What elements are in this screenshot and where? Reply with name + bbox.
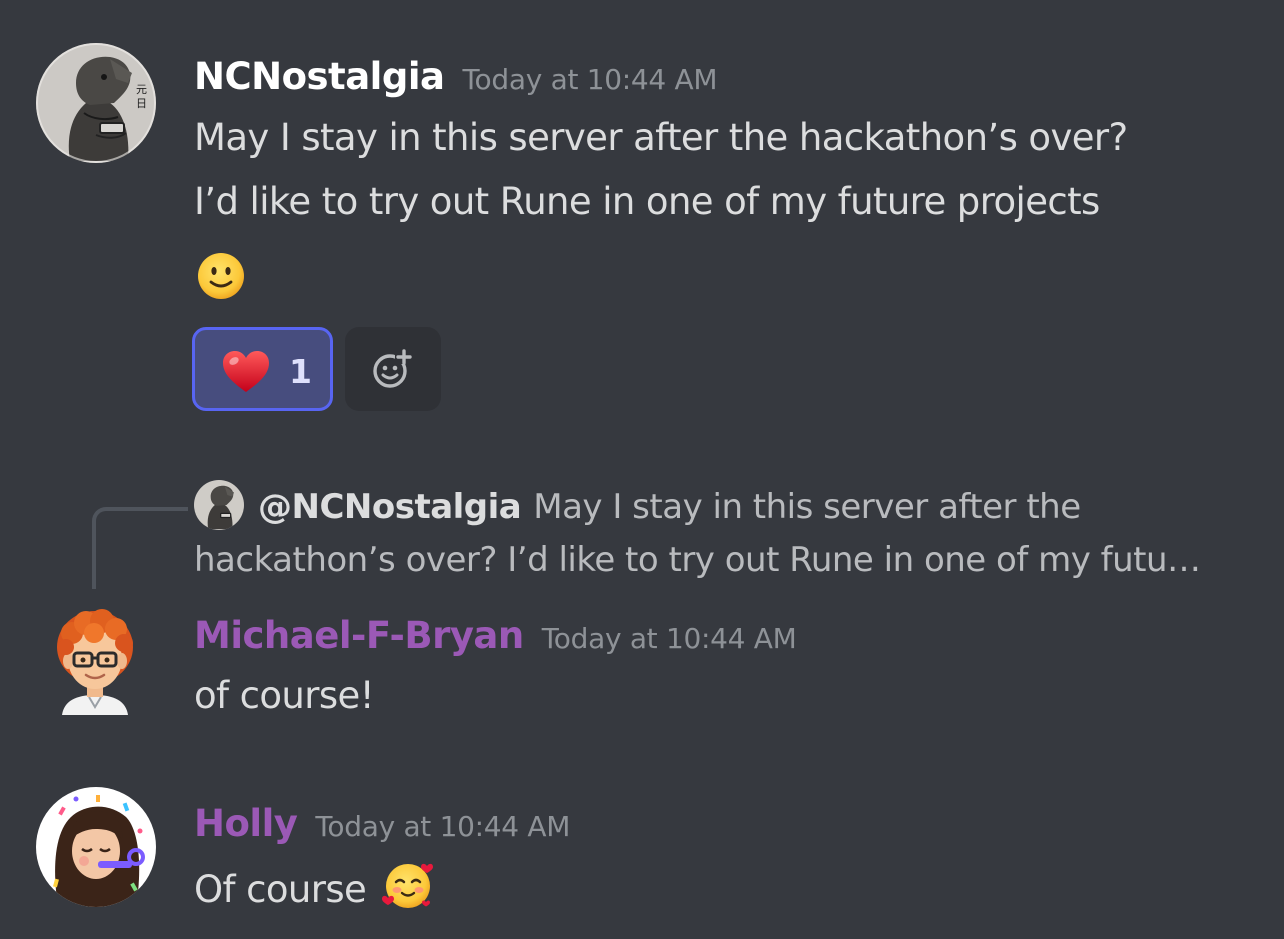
message-line: Of course	[194, 858, 436, 932]
add-reaction-icon	[373, 349, 413, 388]
message-text: Of course	[194, 868, 367, 911]
red-heart-icon	[223, 351, 269, 392]
message-header: Holly Today at 10:44 AM	[194, 805, 570, 843]
message-line: May I stay in this server after the hack…	[194, 116, 1128, 159]
timestamp[interactable]: Today at 10:44 AM	[542, 622, 797, 655]
avatar-holly[interactable]	[36, 787, 156, 907]
reaction-heart-button[interactable]: 1	[192, 327, 333, 411]
timestamp[interactable]: Today at 10:44 AM	[315, 810, 570, 843]
smiling-face-with-hearts-icon	[380, 858, 436, 932]
avatar-drawing-icon: 元 日	[36, 43, 156, 163]
add-reaction-button[interactable]	[345, 327, 441, 411]
message-line: of course!	[194, 674, 375, 717]
reply-avatar	[194, 480, 244, 530]
svg-text:日: 日	[136, 97, 147, 110]
chat-message-list: 元 日 NCNostalgia Today at 10:44 AM May I s…	[0, 0, 1284, 939]
message-header: Michael-F-Bryan Today at 10:44 AM	[194, 614, 797, 657]
memoji-avatar-icon	[57, 609, 133, 715]
svg-text:元: 元	[136, 83, 147, 96]
message-header: NCNostalgia Today at 10:44 AM	[194, 55, 718, 98]
message-line: I’d like to try out Rune in one of my fu…	[194, 180, 1100, 223]
username[interactable]: Michael-F-Bryan	[194, 614, 524, 657]
reply-preview[interactable]: @NCNostalgia May I stay in this server af…	[194, 480, 1254, 587]
slightly-smiling-face-icon	[196, 251, 246, 301]
reply-spine	[92, 507, 188, 589]
avatar-michael-f-bryan[interactable]	[52, 607, 138, 715]
reaction-count: 1	[289, 352, 312, 391]
memoji-avatar-icon	[36, 787, 156, 907]
reply-username[interactable]: @NCNostalgia	[258, 487, 522, 527]
username[interactable]: Holly	[194, 802, 298, 845]
username[interactable]: NCNostalgia	[194, 55, 445, 98]
avatar-ncnostalgia[interactable]: 元 日	[36, 43, 156, 163]
timestamp[interactable]: Today at 10:44 AM	[463, 63, 718, 96]
